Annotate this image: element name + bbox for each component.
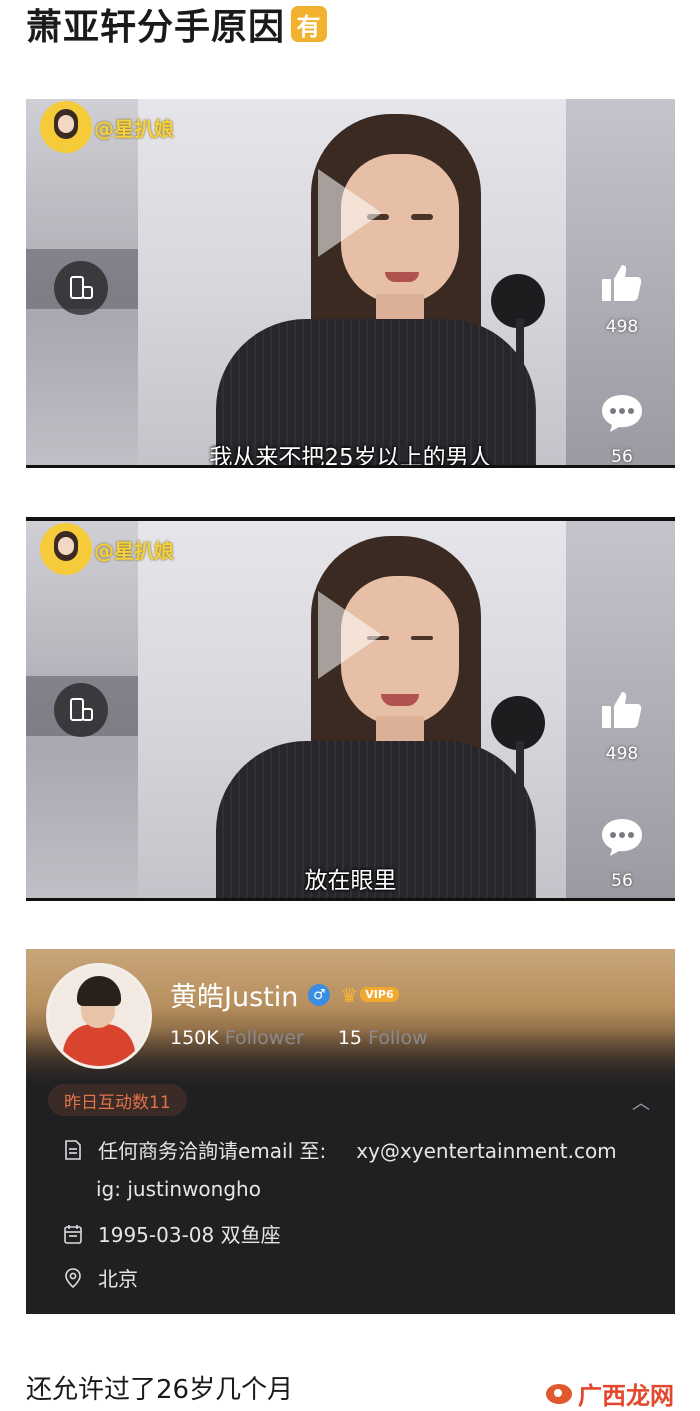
- follow-label: Follow: [368, 1027, 428, 1049]
- followers-label: Follower: [224, 1027, 304, 1049]
- watermark-avatar: [40, 101, 92, 153]
- thumbs-up-icon: [602, 265, 642, 301]
- vip-label: VIP6: [360, 987, 399, 1002]
- followers-count: 150K: [170, 1027, 219, 1049]
- profile-stats: 150K Follower 15 Follow: [170, 1027, 428, 1049]
- profile-name-row: 黄皓Justin ♂ ♛ VIP6: [170, 975, 399, 1014]
- male-icon: ♂: [308, 983, 331, 1006]
- video-watermark: @星扒娘: [40, 101, 174, 153]
- vip-badge[interactable]: ♛ VIP6: [340, 982, 399, 1007]
- follow-count: 15: [337, 1027, 363, 1049]
- location-text: 北京: [98, 1267, 138, 1291]
- email-link[interactable]: xy@xyentertainment.com: [356, 1139, 616, 1163]
- like-count: 498: [605, 744, 639, 764]
- play-icon[interactable]: [318, 169, 382, 257]
- video-subtitle: 我从来不把25岁以上的男人: [209, 445, 492, 468]
- page-title: 萧亚轩分手原因 有: [26, 2, 328, 48]
- footer-site-name: 广西龙网: [578, 1382, 674, 1410]
- location-row: 北京: [62, 1263, 138, 1292]
- video-subtitle: 放在眼里: [304, 868, 397, 894]
- calendar-icon: [64, 1224, 82, 1244]
- profile-card[interactable]: 黄皓Justin ♂ ♛ VIP6 150K Follower 15 Follow …: [26, 949, 675, 1314]
- follow-stat[interactable]: 15 Follow: [338, 1027, 428, 1049]
- ig-text: ig: justinwongho: [96, 1177, 261, 1201]
- bio-row: 任何商务洽詢请email 至: xy@xyentertainment.com: [62, 1135, 617, 1164]
- ig-row: ig: justinwongho: [96, 1177, 261, 1201]
- rotate-screen-button[interactable]: [54, 261, 108, 315]
- like-button[interactable]: 498: [592, 686, 652, 764]
- chevron-up-icon[interactable]: ︿: [632, 1089, 650, 1115]
- comment-icon: [602, 395, 642, 432]
- rotate-screen-icon: [70, 276, 93, 299]
- title-text: 萧亚轩分手原因: [26, 7, 286, 48]
- video-person: [216, 114, 546, 465]
- followers-stat[interactable]: 150K Follower: [170, 1027, 304, 1049]
- bio-text: 任何商务洽詢请email 至: xy@xyentertainment.com: [98, 1139, 617, 1163]
- video-player-1[interactable]: @星扒娘 498 56 我从来不把25岁以上的男人: [26, 99, 675, 468]
- caption-text: 还允许过了26岁几个月: [26, 1375, 294, 1405]
- like-count: 498: [605, 317, 639, 337]
- profile-name: 黄皓Justin: [170, 982, 299, 1013]
- watermark-avatar: [40, 523, 92, 575]
- watermark-text: @星扒娘: [94, 116, 174, 141]
- birthday-text: 1995-03-08 双鱼座: [98, 1223, 281, 1247]
- video-person: [216, 536, 546, 898]
- location-pin-icon: [65, 1267, 81, 1288]
- comment-icon: [602, 819, 642, 856]
- play-icon[interactable]: [318, 591, 382, 679]
- interaction-badge: 昨日互动数11: [48, 1084, 187, 1116]
- birthday-row: 1995-03-08 双鱼座: [62, 1219, 281, 1248]
- footer-watermark: 广西龙网: [546, 1376, 674, 1411]
- weibo-logo-icon: [546, 1383, 572, 1404]
- video-player-2[interactable]: @星扒娘 498 56 放在眼里: [26, 517, 675, 901]
- title-badge: 有: [291, 6, 328, 42]
- rotate-screen-button[interactable]: [54, 683, 108, 737]
- rotate-screen-icon: [70, 698, 93, 721]
- watermark-text: @星扒娘: [94, 538, 174, 563]
- crown-icon: ♛: [340, 982, 359, 1007]
- video-watermark: @星扒娘: [40, 523, 174, 575]
- document-icon: [65, 1139, 81, 1160]
- avatar[interactable]: [46, 963, 152, 1069]
- like-button[interactable]: 498: [592, 259, 652, 337]
- thumbs-up-icon: [602, 692, 642, 728]
